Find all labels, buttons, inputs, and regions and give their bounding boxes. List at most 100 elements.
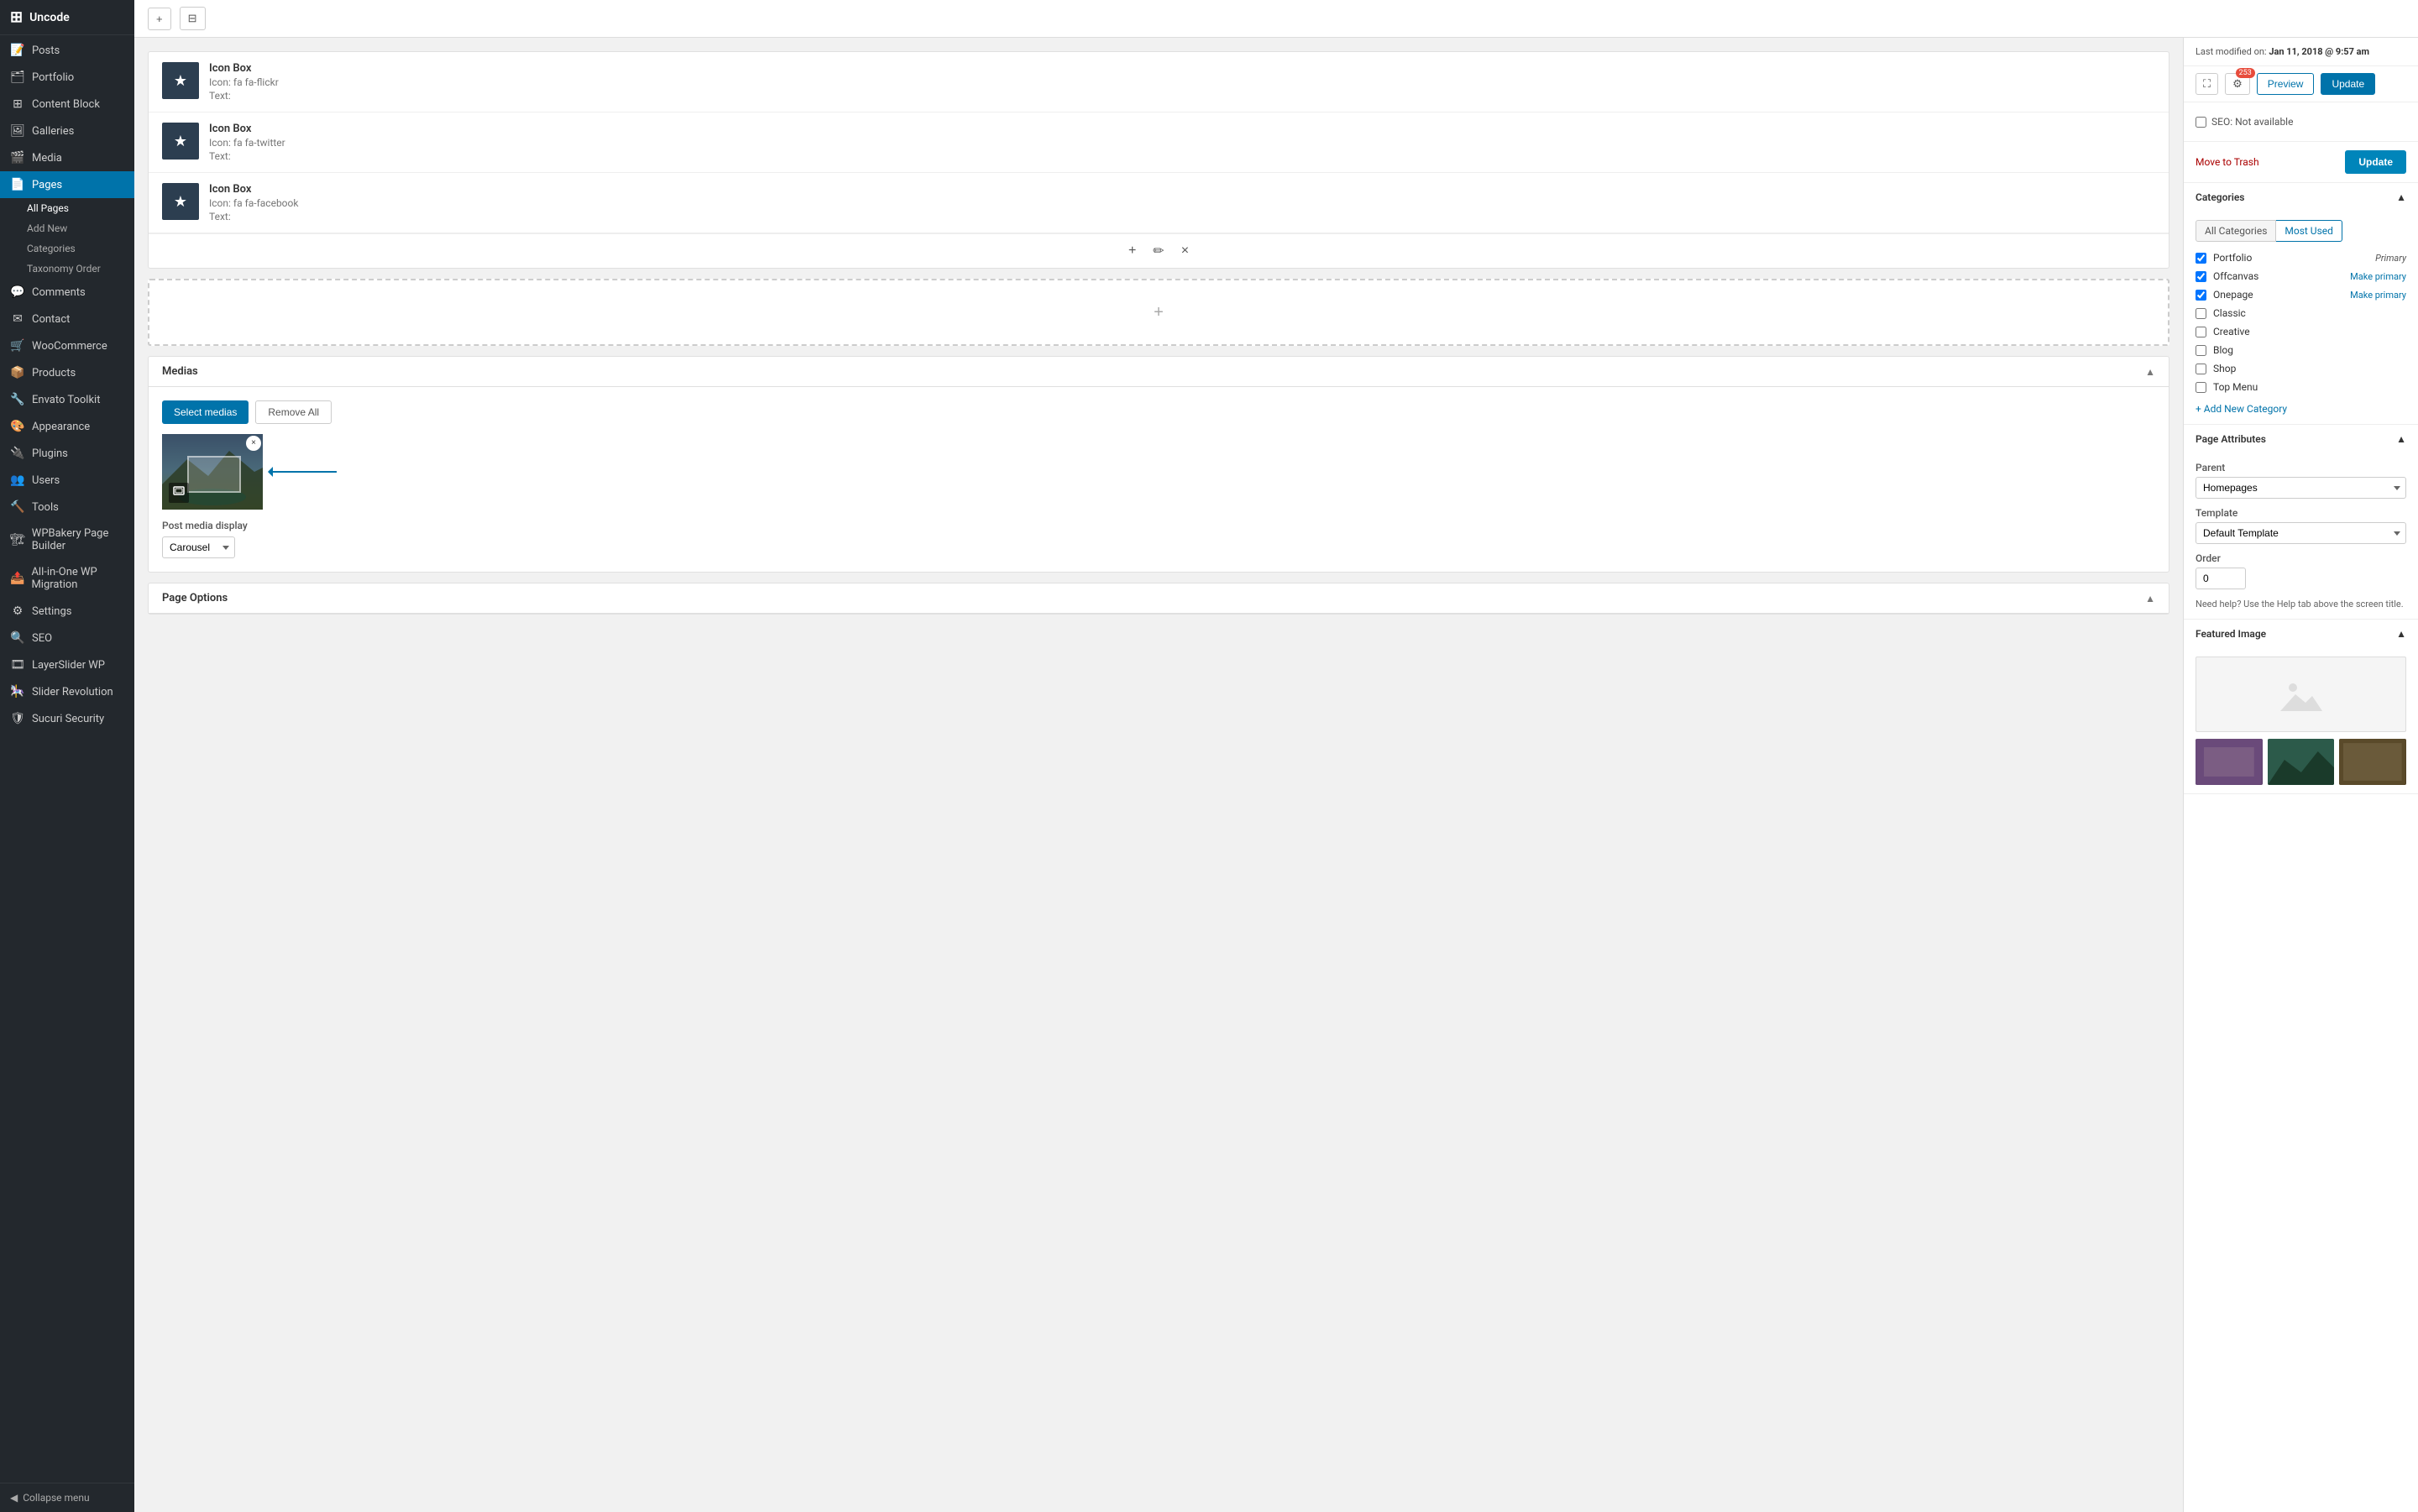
contact-icon: ✉ [10,312,25,326]
post-media-display-select[interactable]: Carousel Grid Slideshow [162,536,235,558]
sidebar-item-sucuri[interactable]: 🛡 Sucuri Security [0,705,134,732]
empty-row: + [148,279,2169,346]
cat-item-classic: Classic [2196,304,2406,322]
sidebar-item-users[interactable]: 👥 Users [0,467,134,494]
page-options-header[interactable]: Page Options ▲ [149,583,2169,614]
sidebar-item-label: Pages [32,179,62,191]
pages-icon: 📄 [10,178,25,191]
sidebar-item-label: Plugins [32,447,68,460]
grid-view-button[interactable]: ⊟ [180,7,206,30]
media-remove-button[interactable]: × [246,436,261,451]
featured-thumb-3 [2339,739,2406,785]
media-type-icon [173,485,185,497]
medias-section-header[interactable]: Medias ▲ [149,357,2169,387]
icon-box-title-1: Icon Box [209,62,2155,75]
sidebar-item-seo[interactable]: 🔍 SEO [0,625,134,651]
sidebar-sub-all-pages[interactable]: All Pages [0,198,134,218]
sidebar-item-settings[interactable]: ⚙ Settings [0,598,134,625]
parent-label: Parent [2196,462,2406,473]
last-modified-date: Jan 11, 2018 @ 9:57 am [2269,46,2369,57]
sidebar-item-products[interactable]: 📦 Products [0,359,134,386]
order-input[interactable] [2196,568,2246,589]
sidebar-item-contact[interactable]: ✉ Contact [0,306,134,332]
cat-checkbox-portfolio[interactable] [2196,253,2206,264]
cat-make-primary-onepage[interactable]: Make primary [2350,290,2406,301]
sidebar-item-label: Users [32,474,60,487]
icon-box-text-3: Text: [209,211,2155,222]
sidebar-item-content-block[interactable]: ⊞ Content Block [0,91,134,118]
cat-label-onepage[interactable]: Onepage [2213,289,2343,301]
remove-all-button[interactable]: Remove All [255,400,332,424]
featured-thumb-svg-3 [2339,739,2406,785]
cat-checkbox-blog[interactable] [2196,345,2206,356]
sidebar-item-comments[interactable]: 💬 Comments [0,279,134,306]
sidebar-item-envato[interactable]: 🔧 Envato Toolkit [0,386,134,413]
sidebar-item-media[interactable]: 🎬 Media [0,144,134,171]
fullscreen-button[interactable]: ⛶ [2196,73,2218,95]
cat-checkbox-classic[interactable] [2196,308,2206,319]
row-edit-button[interactable]: ✏ [1148,241,1169,261]
sidebar-item-label: WooCommerce [32,340,107,353]
cat-checkbox-offcanvas[interactable] [2196,271,2206,282]
plugins-icon: 🔌 [10,447,25,460]
sidebar-item-pages[interactable]: 📄 Pages [0,171,134,198]
sidebar-item-layerslider[interactable]: 🎞 LayerSlider WP [0,651,134,678]
move-to-trash-link[interactable]: Move to Trash [2196,156,2259,168]
sidebar-item-posts[interactable]: 📝 Posts [0,37,134,64]
add-element-button[interactable]: + [148,8,171,30]
categories-header[interactable]: Categories ▲ [2184,183,2418,212]
template-select[interactable]: Default Template [2196,522,2406,544]
add-row-button[interactable]: + [1154,303,1164,322]
row-delete-button[interactable]: × [1176,242,1194,260]
tab-most-used[interactable]: Most Used [2276,220,2342,242]
page-options-title: Page Options [162,592,228,604]
sidebar-sub-categories[interactable]: Categories [0,238,134,259]
star-icon-2: ★ [174,133,187,150]
star-icon-3: ★ [174,193,187,211]
cat-item-blog: Blog [2196,341,2406,359]
collapse-menu-button[interactable]: ◀ Collapse menu [0,1483,134,1512]
featured-image-header[interactable]: Featured Image ▲ [2184,620,2418,648]
sidebar-item-portfolio[interactable]: 🗂 Portfolio [0,64,134,91]
cat-checkbox-shop[interactable] [2196,364,2206,374]
sidebar-item-allinone[interactable]: 📤 All-in-One WP Migration [0,559,134,598]
main-content: + ⊟ ★ Icon Box Icon: fa fa-flickr Text: [134,0,2418,1512]
cat-label-classic[interactable]: Classic [2213,307,2406,319]
update-button-top[interactable]: Update [2321,73,2375,95]
tab-all-categories[interactable]: All Categories [2196,220,2276,242]
allinone-icon: 📤 [10,572,24,585]
seo-checkbox[interactable] [2196,117,2206,128]
cat-label-top-menu[interactable]: Top Menu [2213,381,2406,393]
last-modified-bar: Last modified on: Jan 11, 2018 @ 9:57 am [2184,38,2418,66]
sidebar-item-woocommerce[interactable]: 🛒 WooCommerce [0,332,134,359]
cat-label-creative[interactable]: Creative [2213,326,2406,337]
add-new-category-link[interactable]: + Add New Category [2196,403,2287,415]
cat-make-primary-offcanvas[interactable]: Make primary [2350,271,2406,282]
update-button-bottom[interactable]: Update [2345,150,2406,174]
cat-checkbox-top-menu[interactable] [2196,382,2206,393]
page-attributes-header[interactable]: Page Attributes ▲ [2184,425,2418,453]
sidebar-item-label: Appearance [32,421,90,433]
cat-label-portfolio[interactable]: Portfolio [2213,252,2368,264]
cat-checkbox-creative[interactable] [2196,327,2206,337]
cat-checkbox-onepage[interactable] [2196,290,2206,301]
sidebar-item-tools[interactable]: 🔨 Tools [0,494,134,521]
preview-button[interactable]: Preview [2257,73,2315,95]
select-medias-button[interactable]: Select medias [162,400,249,424]
row-add-button[interactable]: + [1123,242,1141,260]
icon-box-text-2: Text: [209,150,2155,162]
cat-label-blog[interactable]: Blog [2213,344,2406,356]
parent-select[interactable]: Homepages [2196,477,2406,499]
sidebar-item-appearance[interactable]: 🎨 Appearance [0,413,134,440]
sidebar-item-plugins[interactable]: 🔌 Plugins [0,440,134,467]
cat-label-shop[interactable]: Shop [2213,363,2406,374]
sidebar-item-wpbakery[interactable]: 🏗 WPBakery Page Builder [0,521,134,559]
sucuri-icon: 🛡 [10,712,25,725]
sidebar-sub-taxonomy-order[interactable]: Taxonomy Order [0,259,134,279]
icon-box-icon-class-1: Icon: fa fa-flickr [209,76,2155,88]
sidebar-item-galleries[interactable]: 🖼 Galleries [0,118,134,144]
sidebar-sub-add-new[interactable]: Add New [0,218,134,238]
medias-chevron-icon: ▲ [2145,366,2155,378]
sidebar-item-slider-revolution[interactable]: 🎠 Slider Revolution [0,678,134,705]
cat-label-offcanvas[interactable]: Offcanvas [2213,270,2343,282]
